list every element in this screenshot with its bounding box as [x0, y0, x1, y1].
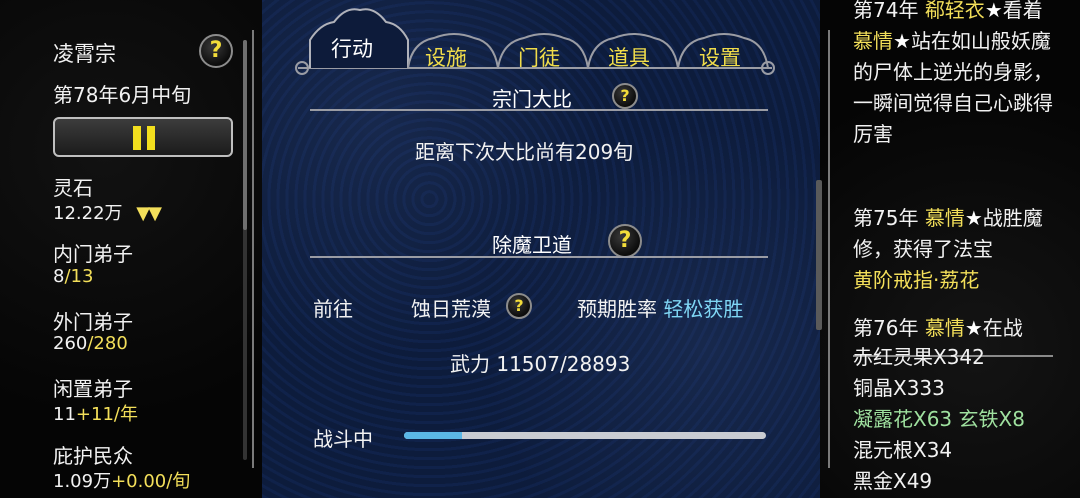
- tab-settings[interactable]: 设置: [699, 42, 741, 72]
- win-rate-value: 轻松获胜: [663, 297, 744, 321]
- location-name[interactable]: 蚀日荒漠: [411, 293, 491, 322]
- loot-item: 凝露花X63: [853, 407, 953, 431]
- tab-disciples[interactable]: 门徒: [518, 42, 560, 72]
- demon-hunt-divider: [310, 256, 768, 258]
- left-scrollbar[interactable]: [243, 40, 247, 460]
- demon-hunt-title: 除魔卫道: [492, 233, 572, 257]
- tab-items[interactable]: 道具: [608, 42, 650, 72]
- star-icon: ★: [893, 29, 911, 53]
- idle-disciples-label: 闲置弟子: [53, 377, 133, 401]
- protected-people-value: 1.09万+0.00/旬: [53, 471, 191, 492]
- loot-item-row: 凝露花X63 玄铁X8: [853, 404, 1053, 435]
- power-value: 武力 11507/28893: [450, 352, 631, 376]
- win-rate-label: 预期胜率: [577, 297, 657, 321]
- sect-help-icon[interactable]: ?: [199, 34, 233, 68]
- loot-item: 赤红灵果X342: [853, 345, 985, 369]
- star-icon: ★: [984, 0, 1003, 22]
- log-entry-75: 第75年 慕情★战胜魔修，获得了法宝 黄阶戒指·荔花: [853, 206, 1043, 292]
- right-scrollbar[interactable]: [816, 120, 822, 420]
- tab-action[interactable]: 行动: [331, 33, 373, 63]
- demon-hunt-help-icon[interactable]: ?: [608, 224, 642, 258]
- location-help-icon[interactable]: ?: [506, 293, 532, 319]
- win-rate: 预期胜率 轻松获胜: [577, 293, 743, 322]
- goto-button[interactable]: 前往: [313, 293, 353, 322]
- log-entry-76: 第76年 慕情★在战: [853, 316, 1023, 340]
- inner-disciples-value: 8/13: [53, 266, 94, 287]
- star-icon: ★: [964, 316, 983, 340]
- loot-item: 混元根X34: [853, 438, 953, 462]
- left-divider: [252, 30, 254, 468]
- tournament-countdown: 距离下次大比尚有209旬: [415, 140, 634, 164]
- right-divider: [828, 30, 830, 468]
- outer-disciples-label: 外门弟子: [53, 310, 133, 334]
- pause-button[interactable]: [53, 117, 233, 157]
- battle-status-label: 战斗中: [313, 427, 373, 451]
- sect-status-panel: 凌霄宗 ? 第78年6月中旬 灵石 12.22万 ▼▼ 内门弟子 8/13 外门…: [0, 0, 262, 498]
- tournament-title: 宗门大比: [492, 87, 572, 111]
- tab-facilities[interactable]: 设施: [425, 42, 467, 72]
- trend-down-icon: ▼▼: [136, 203, 162, 224]
- loot-item: 玄铁X8: [958, 407, 1025, 431]
- log-entry-74: 第74年 郗轻衣★看着慕情★站在如山般妖魔的尸体上逆光的身影，一瞬间觉得自己心跳…: [853, 0, 1053, 146]
- game-date: 第78年6月中旬: [53, 83, 192, 107]
- left-scrollbar-thumb[interactable]: [243, 40, 247, 230]
- spirit-stone-value: 12.22万 ▼▼: [53, 203, 162, 224]
- star-icon: ★: [964, 206, 983, 230]
- outer-disciples-value: 260/280: [53, 333, 128, 354]
- loot-list: 赤红灵果X342 铜晶X333 凝露花X63 玄铁X8 混元根X34 黑金X49: [853, 342, 1053, 497]
- loot-item: 铜晶X333: [853, 376, 945, 400]
- right-scrollbar-thumb[interactable]: [816, 180, 822, 330]
- battle-progress-fill: [404, 432, 462, 439]
- loot-item: 黑金X49: [853, 469, 933, 493]
- tournament-help-icon[interactable]: ?: [612, 83, 638, 109]
- sect-name: 凌霄宗: [53, 42, 116, 66]
- inner-disciples-label: 内门弟子: [53, 242, 133, 266]
- action-panel: 行动 设施 门徒 道具 设置 宗门大比 ? 距离下次大比尚有209旬 除魔卫道 …: [262, 0, 820, 498]
- spirit-stone-label: 灵石: [53, 176, 93, 200]
- event-log-panel: 第74年 郗轻衣★看着慕情★站在如山般妖魔的尸体上逆光的身影，一瞬间觉得自己心跳…: [816, 0, 1080, 498]
- battle-progress-bar: [404, 432, 766, 439]
- tournament-divider: [310, 109, 768, 111]
- idle-disciples-value: 11+11/年: [53, 404, 138, 425]
- protected-people-label: 庇护民众: [53, 444, 133, 468]
